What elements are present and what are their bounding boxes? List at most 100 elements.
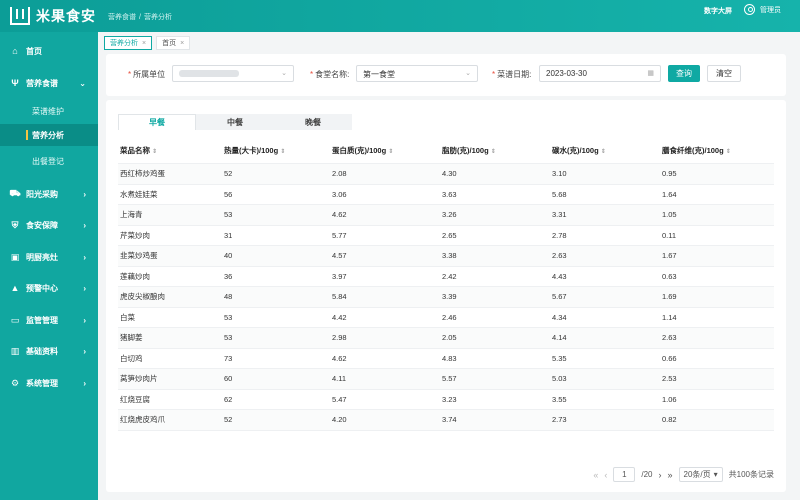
page-tabs: 营养分析 × 首页 × bbox=[104, 36, 191, 52]
table-cell: 白切鸡 bbox=[120, 353, 143, 363]
column-header[interactable]: 碳水(克)/100g ⇕ bbox=[550, 145, 660, 156]
sidebar-item-kitchen[interactable]: ▣ 明厨亮灶 › bbox=[0, 242, 98, 272]
table-cell: 3.26 bbox=[442, 210, 457, 220]
sidebar-item-nutrition[interactable]: Ψ 营养食谱 ⌄ bbox=[0, 68, 98, 98]
breadcrumb: 营养食谱 / 营养分析 bbox=[108, 14, 172, 21]
table-cell: 0.95 bbox=[662, 169, 677, 179]
table-row: 白菜 53 4.42 2.46 4.34 1.14 bbox=[118, 308, 774, 328]
table-row: 猪脚姜 53 2.98 2.05 4.14 2.63 bbox=[118, 328, 774, 349]
table-cell: 5.47 bbox=[332, 394, 347, 404]
unit-select[interactable]: ⌄ bbox=[172, 65, 294, 82]
tab-breakfast[interactable]: 早餐 bbox=[118, 114, 196, 130]
tab-lunch[interactable]: 中餐 bbox=[196, 114, 274, 130]
sidebar-item-home[interactable]: ⌂ 首页 bbox=[0, 36, 98, 66]
table-cell: 3.10 bbox=[552, 169, 567, 179]
table-cell: 3.39 bbox=[442, 292, 457, 302]
database-icon: ▥ bbox=[10, 345, 20, 356]
date-picker[interactable]: 2023-03-30 ▦ bbox=[539, 65, 661, 82]
breadcrumb-item[interactable]: 营养食谱 bbox=[108, 14, 136, 21]
table-cell: 红烧虎皮鸡爪 bbox=[120, 415, 165, 425]
sidebar-item-label: 食安保障 bbox=[26, 220, 58, 230]
table-cell: 0.82 bbox=[662, 415, 677, 425]
chevron-right-icon: › bbox=[83, 220, 86, 230]
tab-home[interactable]: 首页 × bbox=[156, 36, 191, 50]
table-cell: 5.84 bbox=[332, 292, 347, 302]
table-cell: 上海青 bbox=[120, 210, 143, 220]
sidebar-item-system[interactable]: ⚙ 系统管理 › bbox=[0, 368, 98, 398]
sidebar-item-procurement[interactable]: ⛟ 阳光采购 › bbox=[0, 179, 98, 209]
canteen-select[interactable]: 第一食堂 ⌄ bbox=[356, 65, 478, 82]
tab-nutrition-analysis[interactable]: 营养分析 × bbox=[104, 36, 153, 50]
table-cell: 韭菜炒鸡蛋 bbox=[120, 251, 158, 261]
tab-label: 首页 bbox=[162, 40, 177, 47]
table-row: 上海青 53 4.62 3.26 3.31 1.05 bbox=[118, 205, 774, 226]
sidebar-subitem-analysis[interactable]: 营养分析 bbox=[0, 124, 98, 146]
chevron-right-icon: › bbox=[83, 346, 86, 356]
prev-page-icon[interactable]: ‹ bbox=[604, 470, 607, 480]
page-size-select[interactable]: 20条/页 ▾ bbox=[678, 467, 723, 482]
table-cell: 莲藕炒肉 bbox=[120, 271, 150, 281]
table-row: 韭菜炒鸡蛋 40 4.57 3.38 2.63 1.67 bbox=[118, 246, 774, 267]
clear-button[interactable]: 清空 bbox=[707, 65, 741, 82]
table-cell: 1.14 bbox=[662, 312, 677, 322]
chevron-right-icon: › bbox=[83, 315, 86, 325]
data-screen-link[interactable]: 数字大屏 bbox=[704, 6, 732, 16]
sidebar-item-basic-data[interactable]: ▥ 基础资料 › bbox=[0, 336, 98, 366]
main-content: 营养分析 × 首页 × * 所属单位 ⌄ * 食堂名称: 第一食堂 ⌄ * 菜谱日期:… bbox=[98, 32, 800, 500]
close-icon[interactable]: × bbox=[180, 40, 184, 47]
table-cell: 2.73 bbox=[552, 415, 567, 425]
chevron-down-icon: ⌄ bbox=[465, 70, 471, 77]
table-cell: 0.63 bbox=[662, 271, 677, 281]
tab-dinner[interactable]: 晚餐 bbox=[274, 114, 352, 130]
sort-icon: ⇕ bbox=[600, 149, 606, 155]
table-cell: 4.34 bbox=[552, 312, 567, 322]
table-cell: 53 bbox=[224, 333, 233, 343]
column-header[interactable]: 脂肪(克)/100g ⇕ bbox=[440, 145, 550, 156]
utensils-icon: Ψ bbox=[11, 78, 19, 88]
table-cell: 0.66 bbox=[662, 353, 677, 363]
total-pages: /20 bbox=[641, 470, 653, 479]
page-input[interactable]: 1 bbox=[613, 467, 636, 482]
table-cell: 2.42 bbox=[442, 271, 457, 281]
table-cell: 2.53 bbox=[662, 374, 677, 384]
tab-label: 营养分析 bbox=[110, 40, 138, 47]
sidebar-item-supervision[interactable]: ▭ 监管管理 › bbox=[0, 305, 98, 335]
sidebar-subitem-meal-register[interactable]: 出餐登记 bbox=[0, 150, 98, 172]
table-cell: 1.67 bbox=[662, 251, 677, 261]
sidebar-subitem-recipe[interactable]: 菜谱维护 bbox=[0, 100, 98, 122]
query-button[interactable]: 查询 bbox=[668, 65, 700, 82]
table-cell: 2.78 bbox=[552, 230, 567, 240]
column-header[interactable]: 蛋白质(克)/100g ⇕ bbox=[330, 145, 440, 156]
app-logo[interactable]: 米果食安 bbox=[10, 6, 96, 26]
sort-icon: ⇕ bbox=[490, 149, 496, 155]
last-page-icon[interactable]: » bbox=[667, 470, 672, 480]
sidebar-item-warning[interactable]: ▲ 预警中心 › bbox=[0, 273, 98, 303]
next-page-icon[interactable]: › bbox=[658, 470, 661, 480]
table-cell: 2.65 bbox=[442, 230, 457, 240]
column-header[interactable]: 热量(大卡)/100g ⇕ bbox=[222, 145, 330, 156]
warning-icon: ▲ bbox=[10, 283, 20, 293]
first-page-icon[interactable]: « bbox=[593, 470, 598, 480]
table-cell: 2.98 bbox=[332, 333, 347, 343]
calendar-icon: ▦ bbox=[647, 70, 654, 77]
table-cell: 1.06 bbox=[662, 394, 677, 404]
user-menu[interactable]: 管理员 bbox=[744, 4, 781, 15]
table-cell: 1.05 bbox=[662, 210, 677, 220]
table-cell: 3.97 bbox=[332, 271, 347, 281]
table-cell: 3.74 bbox=[442, 415, 457, 425]
user-icon bbox=[744, 4, 755, 15]
table-cell: 2.05 bbox=[442, 333, 457, 343]
sidebar-item-label: 系统管理 bbox=[26, 378, 58, 388]
table-cell: 2.46 bbox=[442, 312, 457, 322]
column-header[interactable]: 菜品名称 ⇕ bbox=[118, 145, 222, 156]
home-icon: ⌂ bbox=[12, 46, 18, 56]
table-cell: 4.30 bbox=[442, 169, 457, 179]
close-icon[interactable]: × bbox=[142, 40, 146, 47]
chevron-down-icon: ⌄ bbox=[79, 78, 86, 88]
chevron-down-icon: ▾ bbox=[713, 470, 718, 479]
table-row: 虎皮尖椒酿肉 48 5.84 3.39 5.67 1.69 bbox=[118, 287, 774, 308]
sidebar-item-safety[interactable]: ⛨ 食安保障 › bbox=[0, 210, 98, 240]
table-cell: 52 bbox=[224, 169, 233, 179]
camera-icon: ▣ bbox=[10, 251, 20, 262]
column-header[interactable]: 膳食纤维(克)/100g ⇕ bbox=[660, 145, 774, 156]
